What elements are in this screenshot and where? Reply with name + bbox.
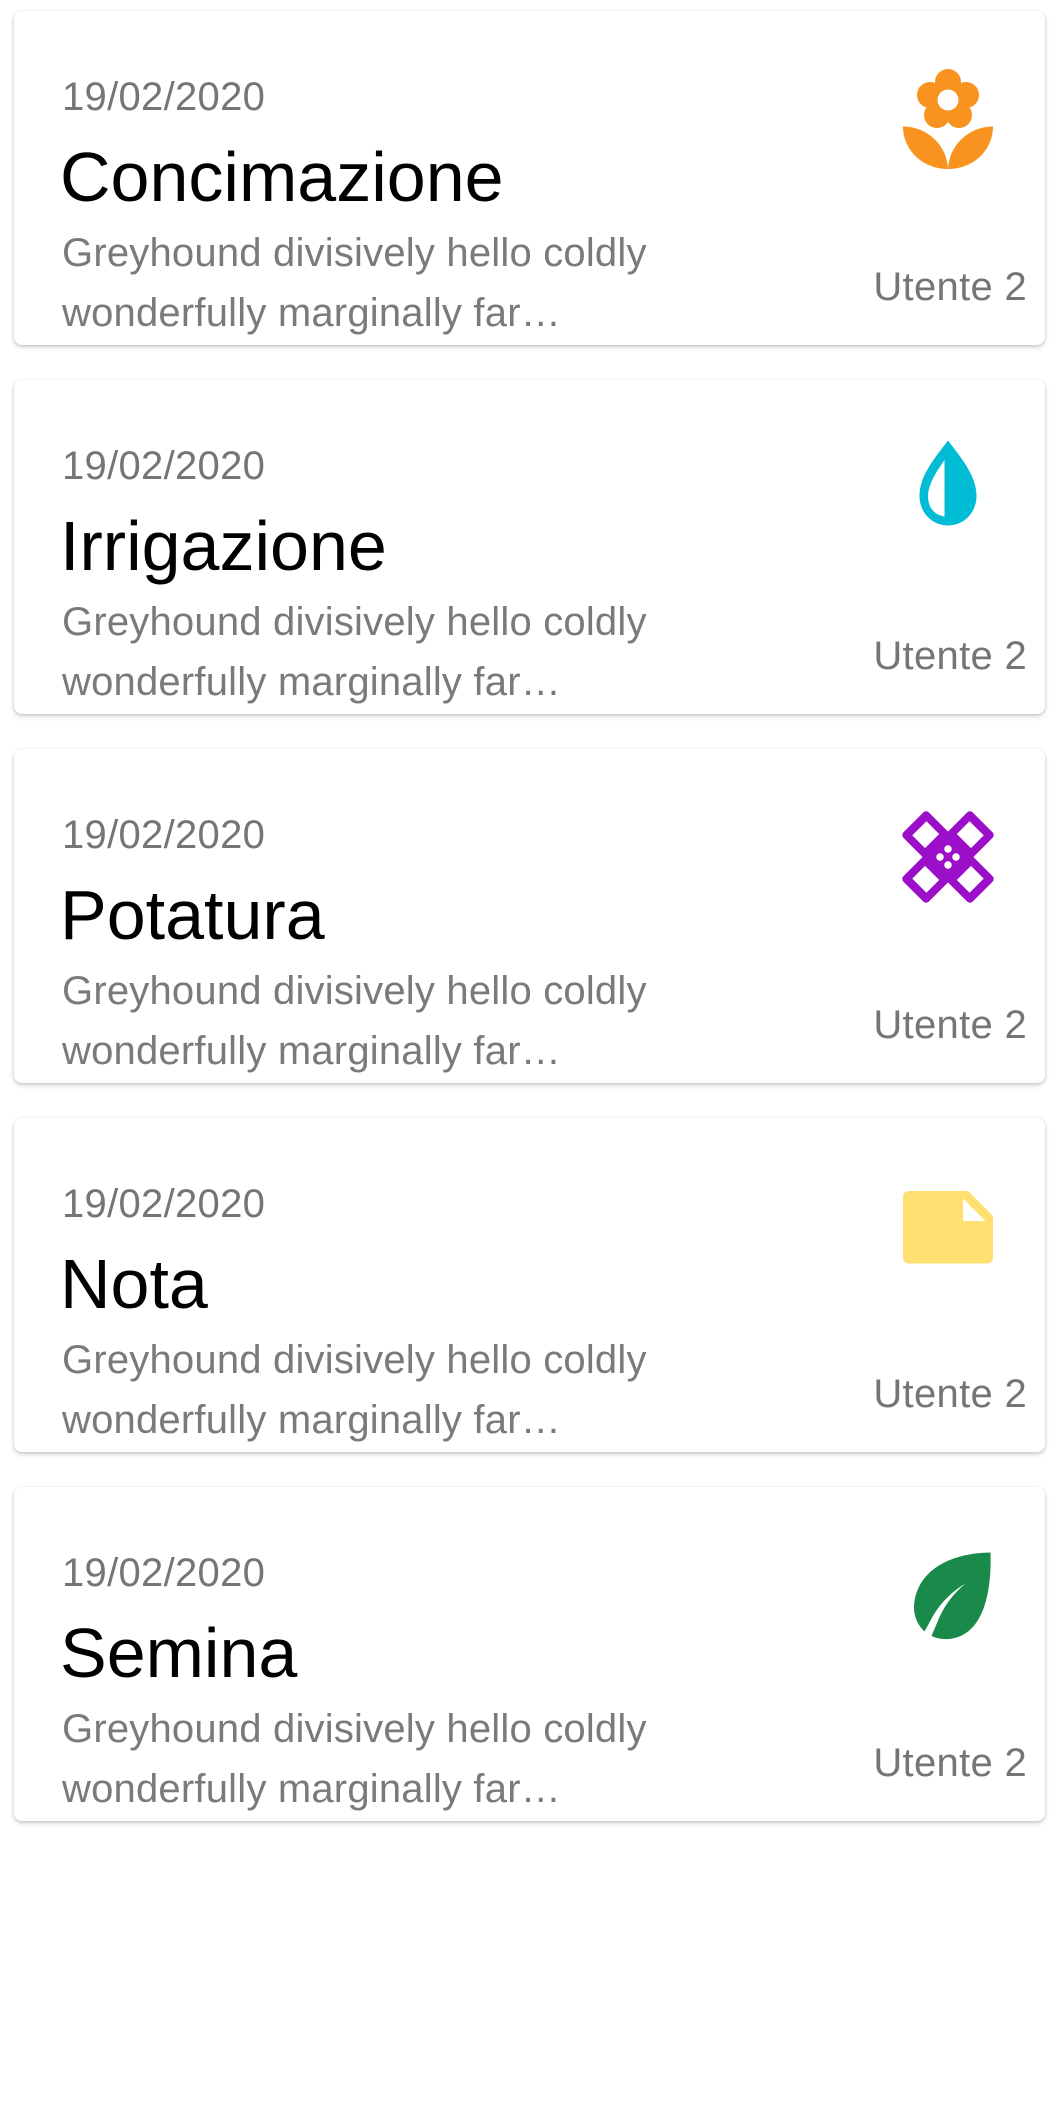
bandage-icon <box>888 797 1008 917</box>
flower-icon <box>888 59 1008 179</box>
activity-date: 19/02/2020 <box>62 1182 266 1226</box>
note-icon <box>888 1166 1008 1286</box>
activity-card-concimazione[interactable]: 19/02/2020 Concimazione Greyhound divisi… <box>14 11 1045 345</box>
activity-card-semina[interactable]: 19/02/2020 Semina Greyhound divisively h… <box>14 1487 1045 1821</box>
activity-user: Utente 2 <box>873 1741 1027 1785</box>
activity-title: Nota <box>60 1245 208 1323</box>
water-drop-icon <box>888 428 1008 548</box>
activity-description: Greyhound divisively hello coldly wonder… <box>62 1707 647 1811</box>
activity-title: Irrigazione <box>60 507 387 585</box>
activity-title: Semina <box>60 1614 298 1692</box>
activity-title: Potatura <box>60 876 325 954</box>
activity-description: Greyhound divisively hello coldly wonder… <box>62 969 647 1073</box>
activity-title: Concimazione <box>60 138 504 216</box>
activity-card-nota[interactable]: 19/02/2020 Nota Greyhound divisively hel… <box>14 1118 1045 1452</box>
activity-user: Utente 2 <box>873 1372 1027 1416</box>
activity-user: Utente 2 <box>873 265 1027 309</box>
activity-description: Greyhound divisively hello coldly wonder… <box>62 231 647 335</box>
activity-date: 19/02/2020 <box>62 444 266 488</box>
activity-user: Utente 2 <box>873 634 1027 678</box>
leaf-icon <box>888 1535 1008 1655</box>
activity-date: 19/02/2020 <box>62 75 266 119</box>
activity-date: 19/02/2020 <box>62 813 266 857</box>
activity-date: 19/02/2020 <box>62 1551 266 1595</box>
activity-card-irrigazione[interactable]: 19/02/2020 Irrigazione Greyhound divisiv… <box>14 380 1045 714</box>
activity-description: Greyhound divisively hello coldly wonder… <box>62 600 647 704</box>
activity-description: Greyhound divisively hello coldly wonder… <box>62 1338 647 1442</box>
activity-user: Utente 2 <box>873 1003 1027 1047</box>
activity-card-potatura[interactable]: 19/02/2020 Potatura Greyhound divisively… <box>14 749 1045 1083</box>
